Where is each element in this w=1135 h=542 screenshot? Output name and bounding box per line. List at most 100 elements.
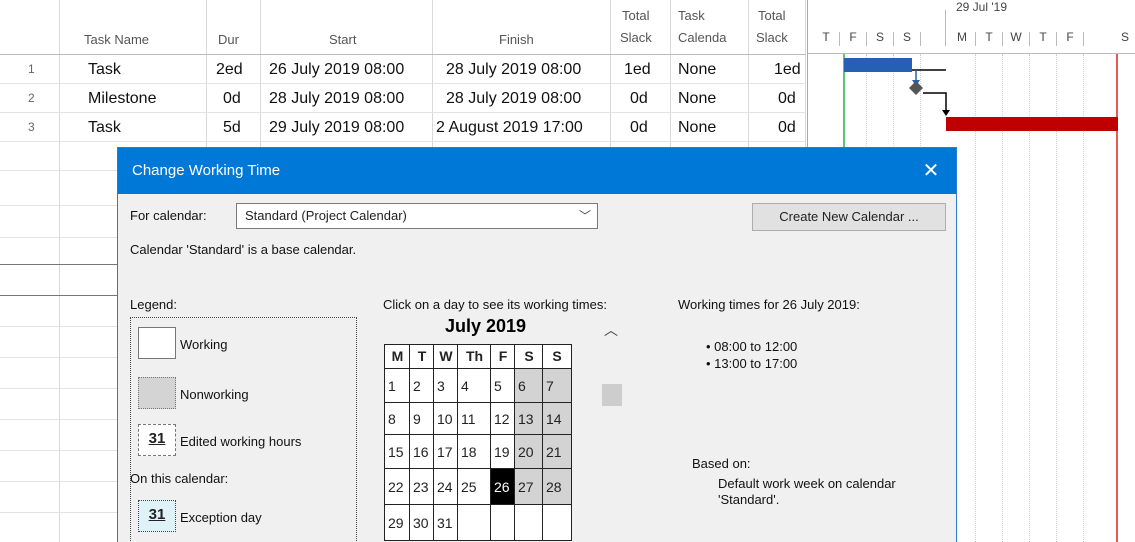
chevron-down-icon: ﹀ (578, 209, 591, 223)
calendar-cell[interactable]: None (678, 114, 716, 142)
close-icon[interactable]: ✕ (916, 148, 946, 194)
header-total-slack-2[interactable]: Total Slack (756, 0, 806, 54)
task-name-cell[interactable]: Task (88, 114, 121, 142)
row-number[interactable]: 2 (0, 85, 60, 113)
weekday-header: F (490, 344, 516, 369)
legend-working-label: Working (180, 337, 228, 352)
legend-edited-label: Edited working hours (180, 434, 302, 449)
start-cell[interactable]: 29 July 2019 08:00 (269, 114, 404, 142)
header-finish[interactable]: Finish (499, 0, 599, 54)
task-bar-1 (844, 58, 912, 72)
calendar-day[interactable]: 8 (384, 402, 411, 436)
calendar-day[interactable]: 24 (433, 468, 459, 506)
header-start[interactable]: Start (329, 0, 429, 54)
finish-cell[interactable]: 2 August 2019 17:00 (436, 114, 583, 142)
weekday-header: S (542, 344, 572, 369)
task-name-cell[interactable]: Milestone (88, 85, 156, 113)
calendar-day[interactable]: 10 (433, 402, 459, 436)
calendar-day[interactable]: 28 (542, 468, 572, 506)
task-bar-3-critical (946, 117, 1118, 131)
row-number[interactable]: 1 (0, 56, 60, 84)
calendar-day[interactable]: 19 (490, 434, 516, 470)
calendar-cell[interactable]: None (678, 56, 716, 84)
finish-cell[interactable]: 28 July 2019 08:00 (446, 56, 581, 84)
calendar-day[interactable]: 26 (490, 468, 516, 506)
calendar-select[interactable]: Standard (Project Calendar) ﹀ (236, 203, 598, 229)
calendar-day[interactable]: 29 (384, 504, 411, 541)
slack-cell[interactable]: 1ed (624, 56, 651, 84)
dialog-title-bar[interactable]: Change Working Time (118, 148, 956, 194)
calendar-day[interactable]: 5 (490, 368, 516, 404)
calendar-empty-cell (542, 504, 572, 541)
start-cell[interactable]: 26 July 2019 08:00 (269, 56, 404, 84)
legend-nonworking-label: Nonworking (180, 387, 249, 402)
header-label: Task (678, 8, 705, 23)
start-cell[interactable]: 28 July 2019 08:00 (269, 85, 404, 113)
on-this-calendar-label: On this calendar: (130, 471, 229, 486)
calendar-day[interactable]: 15 (384, 434, 411, 470)
header-divider (0, 54, 806, 55)
calendar-day[interactable]: 22 (384, 468, 411, 506)
slack-cell[interactable]: 0d (630, 114, 648, 142)
slack-cell[interactable]: 0d (630, 85, 648, 113)
slack2-cell[interactable]: 0d (778, 85, 796, 113)
calendar-day[interactable]: 4 (457, 368, 492, 404)
header-task-name[interactable]: Task Name (84, 0, 204, 54)
calendar-day[interactable]: 3 (433, 368, 459, 404)
task-name-cell[interactable]: Task (88, 56, 121, 84)
weekday-header: W (433, 344, 459, 369)
calendar-day[interactable]: 14 (542, 402, 572, 436)
calendar-day[interactable]: 7 (542, 368, 572, 404)
calendar-scrollbar-thumb[interactable] (602, 384, 622, 406)
weekday-header: T (409, 344, 435, 369)
calendar-day[interactable]: 20 (514, 434, 544, 470)
calendar-day[interactable]: 2 (409, 368, 435, 404)
create-new-calendar-button[interactable]: Create New Calendar ... (752, 203, 946, 231)
header-label: Finish (499, 32, 534, 47)
link-arrow (942, 110, 950, 116)
calendar-day[interactable]: 9 (409, 402, 435, 436)
calendar-month: July 2019 (445, 316, 527, 336)
slack2-cell[interactable]: 1ed (774, 56, 801, 84)
header-label: Start (329, 32, 357, 47)
click-day-hint: Click on a day to see its working times: (383, 297, 607, 312)
dur-cell[interactable]: 2ed (216, 56, 243, 84)
calendar-day[interactable]: 11 (457, 402, 492, 436)
calendar-day[interactable]: 17 (433, 434, 459, 470)
header-task-calendar[interactable]: Task Calenda (676, 0, 746, 54)
calendar-day[interactable]: 18 (457, 434, 492, 470)
scroll-up-icon[interactable]: ︿ (604, 320, 618, 340)
calendar-day[interactable]: 13 (514, 402, 544, 436)
exception-day-swatch: 31 (138, 500, 176, 532)
base-calendar-note: Calendar 'Standard' is a base calendar. (130, 242, 357, 257)
calendar-day[interactable]: 23 (409, 468, 435, 506)
header-label: Task Name (84, 32, 150, 47)
calendar-day[interactable]: 27 (514, 468, 544, 506)
calendar-day[interactable]: 25 (457, 468, 492, 506)
dur-cell[interactable]: 5d (223, 114, 241, 142)
working-times-title: Working times for 26 July 2019: (678, 297, 860, 312)
calendar-day[interactable]: 1 (384, 368, 411, 404)
row-number[interactable]: 3 (0, 114, 60, 142)
calendar-day[interactable]: 6 (514, 368, 544, 404)
legend-title: Legend: (130, 297, 177, 312)
slack2-cell[interactable]: 0d (778, 114, 796, 142)
calendar-day[interactable]: 30 (409, 504, 435, 541)
calendar-day[interactable]: 31 (433, 504, 459, 541)
calendar-empty-cell (490, 504, 516, 541)
based-on-text: Default work week on calendar (718, 476, 896, 491)
calendar-cell[interactable]: None (678, 85, 716, 113)
calendar-empty-cell (457, 504, 492, 541)
change-working-time-dialog: Change Working Time ✕ For calendar: Stan… (117, 147, 957, 542)
header-dur[interactable]: Dur (218, 0, 258, 54)
nonworking-swatch (138, 377, 176, 409)
header-total-slack[interactable]: Total Slack (620, 0, 670, 54)
dur-cell[interactable]: 0d (223, 85, 241, 113)
calendar-select-value: Standard (Project Calendar) (245, 208, 407, 223)
finish-cell[interactable]: 28 July 2019 08:00 (446, 85, 581, 113)
based-on-label: Based on: (692, 456, 751, 471)
working-time-range: • 13:00 to 17:00 (706, 356, 798, 371)
calendar-day[interactable]: 16 (409, 434, 435, 470)
calendar-day[interactable]: 12 (490, 402, 516, 436)
calendar-day[interactable]: 21 (542, 434, 572, 470)
